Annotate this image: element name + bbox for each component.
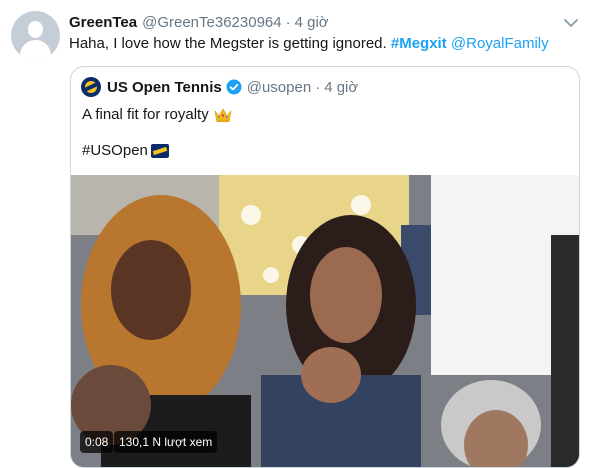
tweet-body: Haha, I love how the Megster is getting … [69,35,391,52]
video-duration: 0:08 [80,431,114,453]
quoted-display-name[interactable]: US Open Tennis [107,79,222,96]
crown-icon [214,107,232,122]
verified-badge-icon [226,79,242,95]
quoted-hashtag[interactable]: #USOpen [82,141,148,160]
quoted-tweet-header: US Open Tennis @usopen · 4 giờ [81,77,358,97]
quoted-user-handle[interactable]: @usopen [247,79,311,96]
tweet-card[interactable]: GreenTea @GreenTe36230964 · 4 giờ Haha, … [0,0,602,468]
video-player[interactable]: 0:08 130,1 N lượt xem [71,175,579,467]
video-view-count: 130,1 N lượt xem [114,431,218,453]
usopen-logo-icon[interactable] [81,77,101,97]
quoted-tweet-text: A final fit for royalty [82,105,232,124]
quoted-hashtag-line: #USOpen [82,141,169,160]
hashtag-link[interactable]: #Megxit [391,35,447,52]
chevron-down-icon[interactable] [560,12,582,34]
avatar[interactable] [11,11,60,60]
quoted-separator: · [315,78,321,96]
user-handle[interactable]: @GreenTe36230964 [142,14,282,31]
default-avatar-icon [28,21,43,38]
separator: · [285,13,291,31]
timestamp[interactable]: 4 giờ [295,14,329,31]
video-thumbnail [71,175,579,467]
display-name[interactable]: GreenTea [69,14,137,31]
tweet-text: Haha, I love how the Megster is getting … [69,34,549,53]
usopen-hashtag-icon [150,143,169,158]
quoted-body: A final fit for royalty [82,106,209,123]
quoted-timestamp[interactable]: 4 giờ [324,79,358,96]
quoted-tweet[interactable]: US Open Tennis @usopen · 4 giờ A final f… [70,66,580,468]
mention-link[interactable]: @RoyalFamily [451,35,549,52]
tweet-header: GreenTea @GreenTe36230964 · 4 giờ [69,12,329,32]
